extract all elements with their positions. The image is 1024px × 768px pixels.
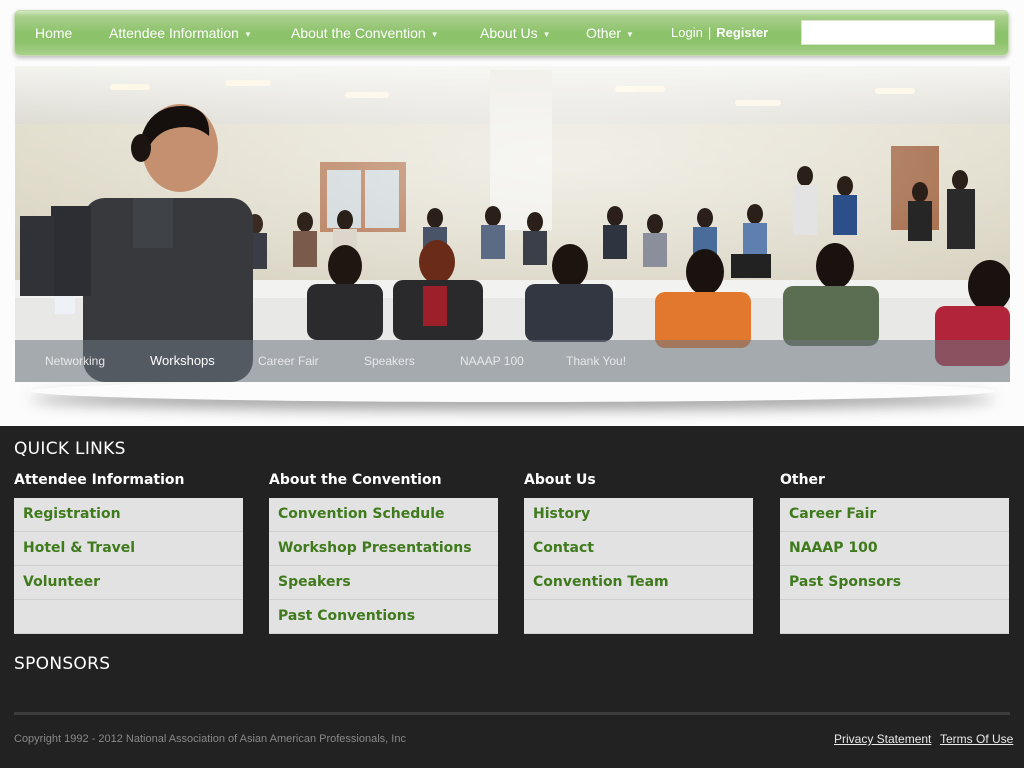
terms-of-use-link[interactable]: Terms Of Use [940,732,1013,746]
workshop-photo [15,66,1010,382]
link-career-fair[interactable]: Career Fair [780,498,1009,532]
link-registration[interactable]: Registration [14,498,243,532]
nav-other-label: Other [586,25,622,41]
register-link[interactable]: Register [716,25,768,40]
main-nav: Home Attendee Information ▼ About the Con… [14,10,1009,56]
slider-tab-naaap-100[interactable]: NAAAP 100 [460,340,524,382]
link-convention-team[interactable]: Convention Team [524,566,753,600]
hero-slider: Networking Workshops Career Fair Speaker… [15,66,1010,382]
slider-tab-career-fair[interactable]: Career Fair [258,340,319,382]
nav-home[interactable]: Home [35,11,72,55]
link-past-conventions[interactable]: Past Conventions [269,600,498,634]
chevron-down-icon: ▼ [542,30,551,39]
link-volunteer[interactable]: Volunteer [14,566,243,600]
chevron-down-icon: ▼ [626,30,634,39]
link-past-sponsors[interactable]: Past Sponsors [780,566,1009,600]
nav-about-us-label: About Us [480,25,538,41]
column-title: About the Convention [269,472,442,488]
privacy-statement-link[interactable]: Privacy Statement [834,732,931,746]
footer-divider [14,712,1010,715]
link-hotel-travel[interactable]: Hotel & Travel [14,532,243,566]
column-title: Attendee Information [14,472,185,488]
copyright-text: Copyright 1992 - 2012 National Associati… [14,733,406,745]
link-contact[interactable]: Contact [524,532,753,566]
footer: QUICK LINKS Attendee Information Registr… [0,426,1024,768]
auth-separator: | [707,25,712,40]
link-history[interactable]: History [524,498,753,532]
empty-link-slot [14,600,243,634]
column-title: About Us [524,472,596,488]
quick-links-title: QUICK LINKS [14,439,126,459]
login-link[interactable]: Login [671,25,703,40]
link-workshop-presentations[interactable]: Workshop Presentations [269,532,498,566]
empty-link-slot [780,600,1009,634]
search-input[interactable] [801,20,995,45]
link-convention-schedule[interactable]: Convention Schedule [269,498,498,532]
nav-home-label: Home [35,25,73,41]
nav-attendee-information-label: Attendee Information [109,25,239,41]
auth-links: Login | Register [671,11,768,55]
quick-links-column-other: Other Career Fair NAAAP 100 Past Sponsor… [780,470,1009,634]
slider-tab-workshops[interactable]: Workshops [150,340,215,382]
nav-about-us[interactable]: About Us ▼ [480,11,551,55]
empty-link-slot [524,600,753,634]
slider-caption-bar: Networking Workshops Career Fair Speaker… [15,340,1010,382]
chevron-down-icon: ▼ [430,30,439,39]
slider-tab-speakers[interactable]: Speakers [364,340,415,382]
link-speakers[interactable]: Speakers [269,566,498,600]
quick-links-column-convention: About the Convention Convention Schedule… [269,470,498,634]
quick-links-column-attendee: Attendee Information Registration Hotel … [14,470,243,634]
quick-links-column-about-us: About Us History Contact Convention Team [524,470,753,634]
nav-about-the-convention[interactable]: About the Convention ▼ [291,11,439,55]
link-naaap-100[interactable]: NAAAP 100 [780,532,1009,566]
slider-shadow [30,380,995,402]
nav-about-the-convention-label: About the Convention [291,25,426,41]
slider-tab-thank-you[interactable]: Thank You! [566,340,626,382]
slider-tab-networking[interactable]: Networking [45,340,105,382]
chevron-down-icon: ▼ [243,30,252,39]
nav-other[interactable]: Other ▼ [586,11,634,55]
nav-attendee-information[interactable]: Attendee Information ▼ [109,11,252,55]
column-title: Other [780,472,825,488]
sponsors-title: SPONSORS [14,654,111,674]
